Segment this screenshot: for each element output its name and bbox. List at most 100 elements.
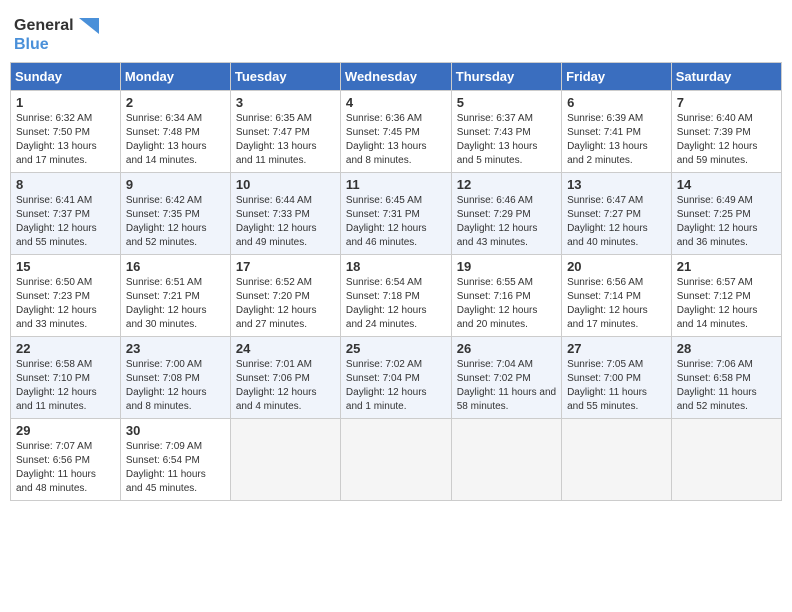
calendar-cell: 15 Sunrise: 6:50 AMSunset: 7:23 PMDaylig… (11, 255, 121, 337)
day-info: Sunrise: 6:49 AMSunset: 7:25 PMDaylight:… (677, 195, 758, 248)
day-number: 15 (16, 259, 115, 274)
calendar-cell: 25 Sunrise: 7:02 AMSunset: 7:04 PMDaylig… (340, 337, 451, 419)
day-number: 13 (567, 177, 666, 192)
calendar-cell (340, 419, 451, 501)
day-number: 8 (16, 177, 115, 192)
calendar-cell: 18 Sunrise: 6:54 AMSunset: 7:18 PMDaylig… (340, 255, 451, 337)
calendar-cell: 14 Sunrise: 6:49 AMSunset: 7:25 PMDaylig… (671, 173, 781, 255)
day-info: Sunrise: 7:05 AMSunset: 7:00 PMDaylight:… (567, 359, 647, 412)
calendar-cell: 11 Sunrise: 6:45 AMSunset: 7:31 PMDaylig… (340, 173, 451, 255)
calendar-cell: 1 Sunrise: 6:32 AMSunset: 7:50 PMDayligh… (11, 91, 121, 173)
day-info: Sunrise: 7:07 AMSunset: 6:56 PMDaylight:… (16, 441, 96, 494)
day-info: Sunrise: 7:00 AMSunset: 7:08 PMDaylight:… (126, 359, 207, 412)
day-info: Sunrise: 7:04 AMSunset: 7:02 PMDaylight:… (457, 359, 556, 412)
day-info: Sunrise: 6:37 AMSunset: 7:43 PMDaylight:… (457, 113, 538, 166)
calendar-row-1: 1 Sunrise: 6:32 AMSunset: 7:50 PMDayligh… (11, 91, 782, 173)
day-number: 9 (126, 177, 225, 192)
day-info: Sunrise: 7:02 AMSunset: 7:04 PMDaylight:… (346, 359, 427, 412)
day-number: 30 (126, 423, 225, 438)
day-info: Sunrise: 6:54 AMSunset: 7:18 PMDaylight:… (346, 277, 427, 330)
day-info: Sunrise: 7:01 AMSunset: 7:06 PMDaylight:… (236, 359, 317, 412)
calendar-cell: 17 Sunrise: 6:52 AMSunset: 7:20 PMDaylig… (230, 255, 340, 337)
day-info: Sunrise: 6:32 AMSunset: 7:50 PMDaylight:… (16, 113, 97, 166)
calendar-cell: 8 Sunrise: 6:41 AMSunset: 7:37 PMDayligh… (11, 173, 121, 255)
calendar-cell: 10 Sunrise: 6:44 AMSunset: 7:33 PMDaylig… (230, 173, 340, 255)
calendar-cell: 23 Sunrise: 7:00 AMSunset: 7:08 PMDaylig… (120, 337, 230, 419)
calendar-cell: 3 Sunrise: 6:35 AMSunset: 7:47 PMDayligh… (230, 91, 340, 173)
day-number: 7 (677, 95, 776, 110)
day-number: 3 (236, 95, 335, 110)
day-info: Sunrise: 7:09 AMSunset: 6:54 PMDaylight:… (126, 441, 206, 494)
calendar-row-4: 22 Sunrise: 6:58 AMSunset: 7:10 PMDaylig… (11, 337, 782, 419)
day-info: Sunrise: 6:55 AMSunset: 7:16 PMDaylight:… (457, 277, 538, 330)
day-number: 26 (457, 341, 556, 356)
calendar-header-sunday: Sunday (11, 63, 121, 91)
day-info: Sunrise: 6:47 AMSunset: 7:27 PMDaylight:… (567, 195, 648, 248)
logo: General Blue (14, 16, 99, 54)
calendar-cell: 16 Sunrise: 6:51 AMSunset: 7:21 PMDaylig… (120, 255, 230, 337)
day-number: 20 (567, 259, 666, 274)
day-info: Sunrise: 6:39 AMSunset: 7:41 PMDaylight:… (567, 113, 648, 166)
day-number: 1 (16, 95, 115, 110)
day-number: 22 (16, 341, 115, 356)
day-number: 21 (677, 259, 776, 274)
calendar-row-3: 15 Sunrise: 6:50 AMSunset: 7:23 PMDaylig… (11, 255, 782, 337)
page-header: General Blue (10, 10, 782, 54)
calendar-header-saturday: Saturday (671, 63, 781, 91)
calendar-header-row: SundayMondayTuesdayWednesdayThursdayFrid… (11, 63, 782, 91)
day-number: 5 (457, 95, 556, 110)
day-info: Sunrise: 6:58 AMSunset: 7:10 PMDaylight:… (16, 359, 97, 412)
calendar-cell: 20 Sunrise: 6:56 AMSunset: 7:14 PMDaylig… (562, 255, 672, 337)
day-number: 12 (457, 177, 556, 192)
calendar-cell: 21 Sunrise: 6:57 AMSunset: 7:12 PMDaylig… (671, 255, 781, 337)
day-number: 16 (126, 259, 225, 274)
calendar-header-friday: Friday (562, 63, 672, 91)
logo-text: General Blue (14, 16, 99, 54)
calendar-cell (451, 419, 561, 501)
day-number: 24 (236, 341, 335, 356)
calendar-cell: 30 Sunrise: 7:09 AMSunset: 6:54 PMDaylig… (120, 419, 230, 501)
day-number: 2 (126, 95, 225, 110)
calendar-cell: 27 Sunrise: 7:05 AMSunset: 7:00 PMDaylig… (562, 337, 672, 419)
day-number: 4 (346, 95, 446, 110)
calendar-cell (230, 419, 340, 501)
calendar-cell: 26 Sunrise: 7:04 AMSunset: 7:02 PMDaylig… (451, 337, 561, 419)
calendar-row-2: 8 Sunrise: 6:41 AMSunset: 7:37 PMDayligh… (11, 173, 782, 255)
day-info: Sunrise: 6:35 AMSunset: 7:47 PMDaylight:… (236, 113, 317, 166)
calendar-cell: 5 Sunrise: 6:37 AMSunset: 7:43 PMDayligh… (451, 91, 561, 173)
day-number: 27 (567, 341, 666, 356)
day-info: Sunrise: 6:56 AMSunset: 7:14 PMDaylight:… (567, 277, 648, 330)
day-info: Sunrise: 6:34 AMSunset: 7:48 PMDaylight:… (126, 113, 207, 166)
day-number: 10 (236, 177, 335, 192)
calendar-cell: 9 Sunrise: 6:42 AMSunset: 7:35 PMDayligh… (120, 173, 230, 255)
calendar-header-monday: Monday (120, 63, 230, 91)
day-info: Sunrise: 6:46 AMSunset: 7:29 PMDaylight:… (457, 195, 538, 248)
day-number: 29 (16, 423, 115, 438)
calendar-cell: 12 Sunrise: 6:46 AMSunset: 7:29 PMDaylig… (451, 173, 561, 255)
calendar-cell (671, 419, 781, 501)
day-info: Sunrise: 6:50 AMSunset: 7:23 PMDaylight:… (16, 277, 97, 330)
calendar-cell (562, 419, 672, 501)
calendar-cell: 7 Sunrise: 6:40 AMSunset: 7:39 PMDayligh… (671, 91, 781, 173)
day-number: 6 (567, 95, 666, 110)
calendar-cell: 4 Sunrise: 6:36 AMSunset: 7:45 PMDayligh… (340, 91, 451, 173)
calendar-cell: 28 Sunrise: 7:06 AMSunset: 6:58 PMDaylig… (671, 337, 781, 419)
day-number: 25 (346, 341, 446, 356)
day-number: 18 (346, 259, 446, 274)
calendar-cell: 6 Sunrise: 6:39 AMSunset: 7:41 PMDayligh… (562, 91, 672, 173)
calendar-header-thursday: Thursday (451, 63, 561, 91)
calendar-cell: 24 Sunrise: 7:01 AMSunset: 7:06 PMDaylig… (230, 337, 340, 419)
day-info: Sunrise: 6:41 AMSunset: 7:37 PMDaylight:… (16, 195, 97, 248)
day-info: Sunrise: 6:57 AMSunset: 7:12 PMDaylight:… (677, 277, 758, 330)
day-info: Sunrise: 6:45 AMSunset: 7:31 PMDaylight:… (346, 195, 427, 248)
day-number: 28 (677, 341, 776, 356)
calendar-header-wednesday: Wednesday (340, 63, 451, 91)
day-info: Sunrise: 6:42 AMSunset: 7:35 PMDaylight:… (126, 195, 207, 248)
calendar-cell: 19 Sunrise: 6:55 AMSunset: 7:16 PMDaylig… (451, 255, 561, 337)
day-number: 19 (457, 259, 556, 274)
calendar-cell: 13 Sunrise: 6:47 AMSunset: 7:27 PMDaylig… (562, 173, 672, 255)
calendar-cell: 29 Sunrise: 7:07 AMSunset: 6:56 PMDaylig… (11, 419, 121, 501)
day-info: Sunrise: 7:06 AMSunset: 6:58 PMDaylight:… (677, 359, 757, 412)
calendar-row-5: 29 Sunrise: 7:07 AMSunset: 6:56 PMDaylig… (11, 419, 782, 501)
day-info: Sunrise: 6:40 AMSunset: 7:39 PMDaylight:… (677, 113, 758, 166)
